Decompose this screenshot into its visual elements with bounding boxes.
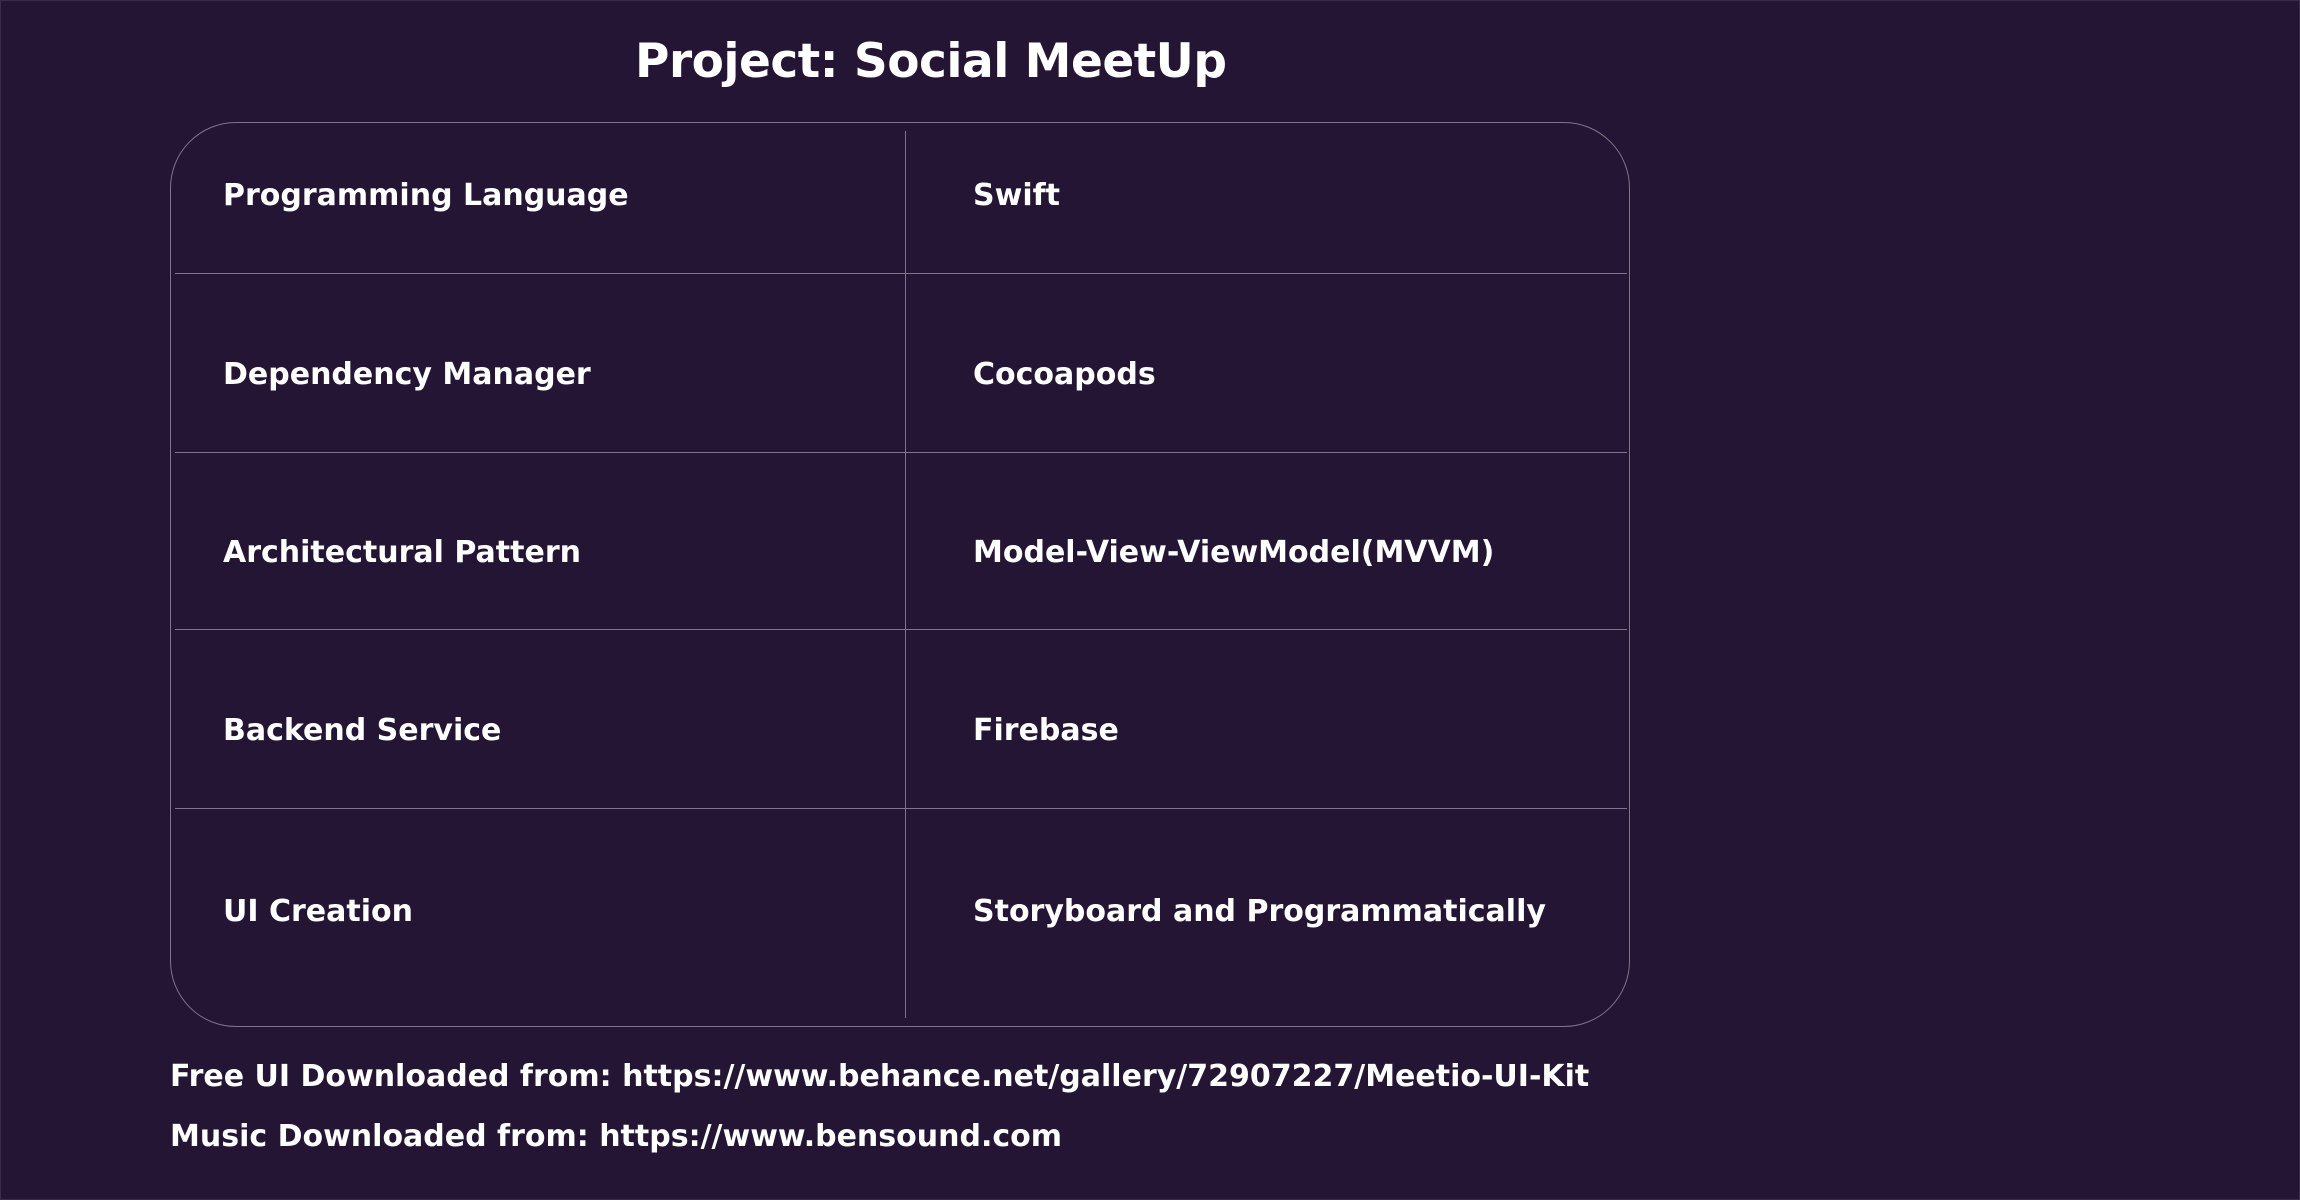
- row-divider: [175, 452, 1627, 453]
- page-title: Project: Social MeetUp: [635, 34, 1227, 89]
- row-label: Backend Service: [223, 713, 502, 748]
- row-label: Architectural Pattern: [223, 535, 581, 570]
- row-label: Dependency Manager: [223, 357, 591, 392]
- row-label: UI Creation: [223, 894, 413, 929]
- music-credit-text: Music Downloaded from: https://www.benso…: [170, 1119, 1062, 1154]
- ui-credit-text: Free UI Downloaded from: https://www.beh…: [170, 1059, 1590, 1094]
- row-divider: [175, 629, 1627, 630]
- row-value: Cocoapods: [973, 357, 1156, 392]
- row-value: Firebase: [973, 713, 1119, 748]
- row-divider: [175, 273, 1627, 274]
- column-divider: [905, 131, 906, 1018]
- row-value: Storyboard and Programmatically: [973, 894, 1546, 929]
- row-value: Model-View-ViewModel(MVVM): [973, 535, 1495, 570]
- project-info-table: Programming Language Swift Dependency Ma…: [170, 122, 1630, 1027]
- row-label: Programming Language: [223, 178, 629, 213]
- row-divider: [175, 808, 1627, 809]
- row-value: Swift: [973, 178, 1060, 213]
